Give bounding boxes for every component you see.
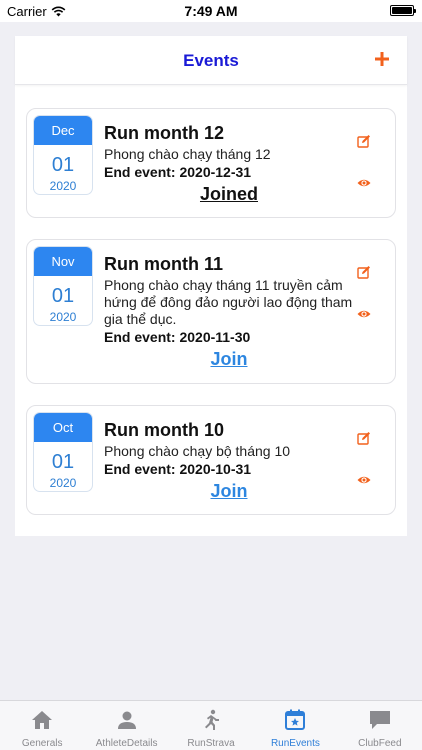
tab-runevents[interactable]: RunEvents [253, 701, 337, 750]
event-end-date: End event: 2020-10-31 [104, 461, 252, 477]
event-description: Phong chào chạy tháng 12 [104, 146, 271, 162]
home-icon [32, 711, 53, 729]
event-day: 01 [51, 451, 75, 473]
page-title: Events [183, 51, 239, 70]
view-eye-icon[interactable] [357, 473, 371, 487]
event-date-badge: Dec 01 2020 [33, 115, 93, 195]
status-bar: Carrier 7:49 AM [0, 0, 422, 22]
events-panel: Events Dec 01 2020 Run month 12 Phong ch… [15, 36, 407, 536]
edit-icon[interactable] [357, 431, 371, 445]
event-details: Run month 12 Phong chào chạy tháng 12 En… [104, 122, 354, 205]
tab-clubfeed[interactable]: ClubFeed [338, 701, 422, 750]
status-time: 7:49 AM [184, 3, 238, 19]
event-year: 2020 [49, 476, 77, 490]
runner-icon [205, 709, 220, 730]
plus-icon [375, 52, 389, 66]
edit-icon[interactable] [357, 265, 371, 279]
event-date-badge: Oct 01 2020 [33, 412, 93, 492]
event-end-date: End event: 2020-12-31 [104, 164, 252, 180]
events-header: Events [15, 36, 407, 85]
join-link[interactable]: Join [104, 348, 354, 370]
tab-generals[interactable]: Generals [0, 701, 84, 750]
tab-label: ClubFeed [358, 738, 402, 749]
event-year: 2020 [49, 179, 77, 193]
view-eye-icon[interactable] [357, 307, 371, 321]
battery-icon [390, 5, 416, 16]
event-month: Dec [34, 116, 92, 145]
event-details: Run month 11 Phong chào chạy tháng 11 tr… [104, 253, 354, 370]
tab-label: RunEvents [270, 738, 320, 749]
event-date-badge: Nov 01 2020 [33, 246, 93, 326]
tab-label: RunStrava [187, 738, 235, 749]
joined-link[interactable]: Joined [104, 183, 354, 205]
tab-bar: Generals AthleteDetails RunStrava RunEve… [0, 700, 422, 750]
calendar-star-icon [285, 709, 306, 730]
event-description: Phong chào chạy bộ tháng 10 [104, 443, 291, 459]
event-title: Run month 10 [104, 420, 224, 440]
event-details: Run month 10 Phong chào chạy bộ tháng 10… [104, 419, 354, 502]
event-description: Phong chào chạy tháng 11 truyền cảm hứng… [104, 277, 353, 327]
edit-icon[interactable] [357, 134, 371, 148]
event-card: Oct 01 2020 Run month 10 Phong chào chạy… [26, 405, 396, 515]
tab-athletedetails[interactable]: AthleteDetails [84, 701, 168, 750]
tab-label: AthleteDetails [95, 738, 158, 749]
event-day: 01 [51, 285, 75, 307]
chat-icon [369, 711, 390, 729]
event-card: Nov 01 2020 Run month 11 Phong chào chạy… [26, 239, 396, 384]
event-month: Oct [34, 413, 92, 442]
add-event-button[interactable] [371, 48, 393, 70]
event-year: 2020 [49, 310, 77, 324]
tab-runstrava[interactable]: RunStrava [169, 701, 253, 750]
event-end-date: End event: 2020-11-30 [104, 329, 251, 345]
event-title: Run month 12 [104, 123, 224, 143]
event-card: Dec 01 2020 Run month 12 Phong chào chạy… [26, 108, 396, 218]
join-link[interactable]: Join [104, 480, 354, 502]
tab-label: Generals [21, 738, 63, 749]
event-month: Nov [34, 247, 92, 276]
event-day: 01 [51, 154, 75, 176]
event-title: Run month 11 [104, 254, 224, 274]
view-eye-icon[interactable] [357, 176, 371, 190]
person-icon [117, 711, 136, 729]
